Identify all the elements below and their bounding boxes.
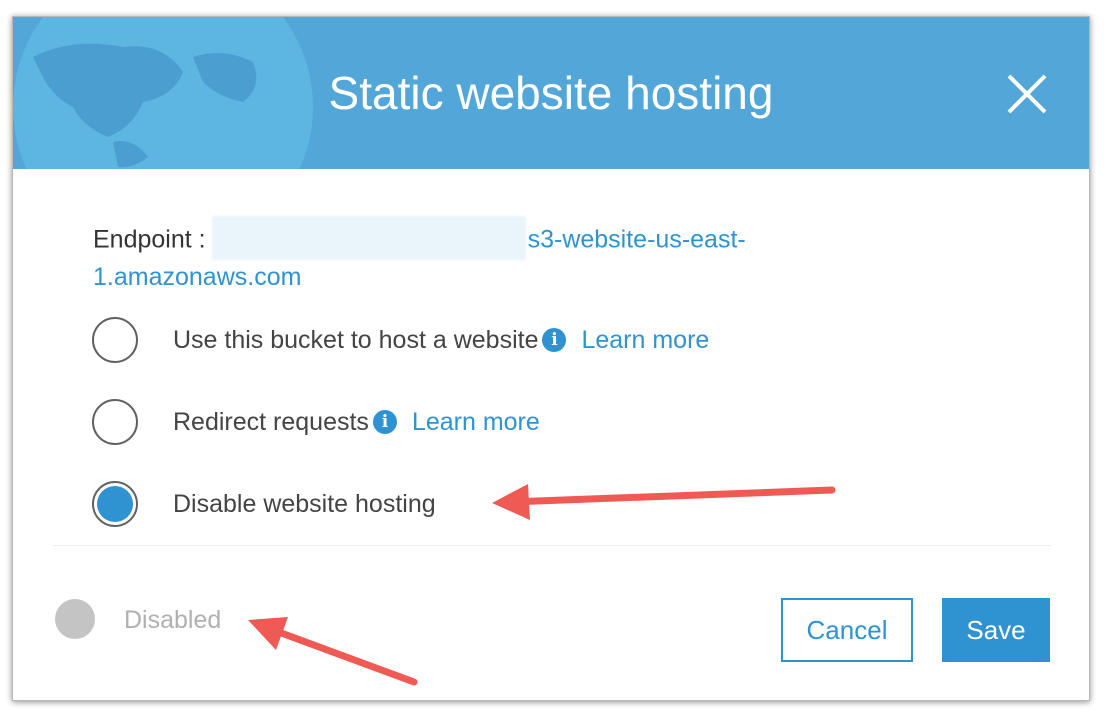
option-host-website[interactable]: Use this bucket to host a website i Lear… [92, 315, 709, 365]
endpoint-label: Endpoint : [93, 225, 206, 254]
radio-disable-hosting[interactable] [92, 481, 138, 527]
divider [53, 545, 1051, 546]
option-label: Disable website hosting [173, 489, 436, 518]
option-redirect-requests[interactable]: Redirect requests i Learn more [92, 397, 540, 447]
status-indicator-icon [55, 599, 95, 639]
status-text: Disabled [124, 606, 222, 634]
learn-more-link[interactable]: Learn more [581, 326, 709, 355]
close-icon[interactable] [1006, 73, 1048, 115]
option-disable-hosting[interactable]: Disable website hosting [92, 479, 436, 529]
dialog-header: Static website hosting [13, 17, 1089, 169]
radio-host-website[interactable] [92, 317, 138, 363]
option-label: Redirect requests [173, 407, 369, 436]
endpoint: Endpoint : s3-website-us-east- 1.amazonaw… [93, 216, 853, 295]
dialog-title: Static website hosting [328, 67, 774, 119]
endpoint-url-part1[interactable]: s3-website-us-east- [528, 226, 746, 254]
save-button[interactable]: Save [942, 598, 1050, 662]
info-icon[interactable]: i [542, 328, 567, 352]
radio-redirect-requests[interactable] [92, 399, 138, 445]
info-icon[interactable]: i [372, 410, 397, 434]
cancel-button[interactable]: Cancel [781, 598, 913, 662]
learn-more-link[interactable]: Learn more [412, 408, 540, 437]
redacted-url-part [211, 216, 526, 260]
radio-selected-dot [97, 486, 133, 522]
endpoint-url-part2[interactable]: 1.amazonaws.com [93, 263, 301, 291]
option-label: Use this bucket to host a website [173, 325, 539, 354]
static-website-hosting-dialog: Static website hosting Endpoint : s3-webs… [12, 16, 1090, 701]
